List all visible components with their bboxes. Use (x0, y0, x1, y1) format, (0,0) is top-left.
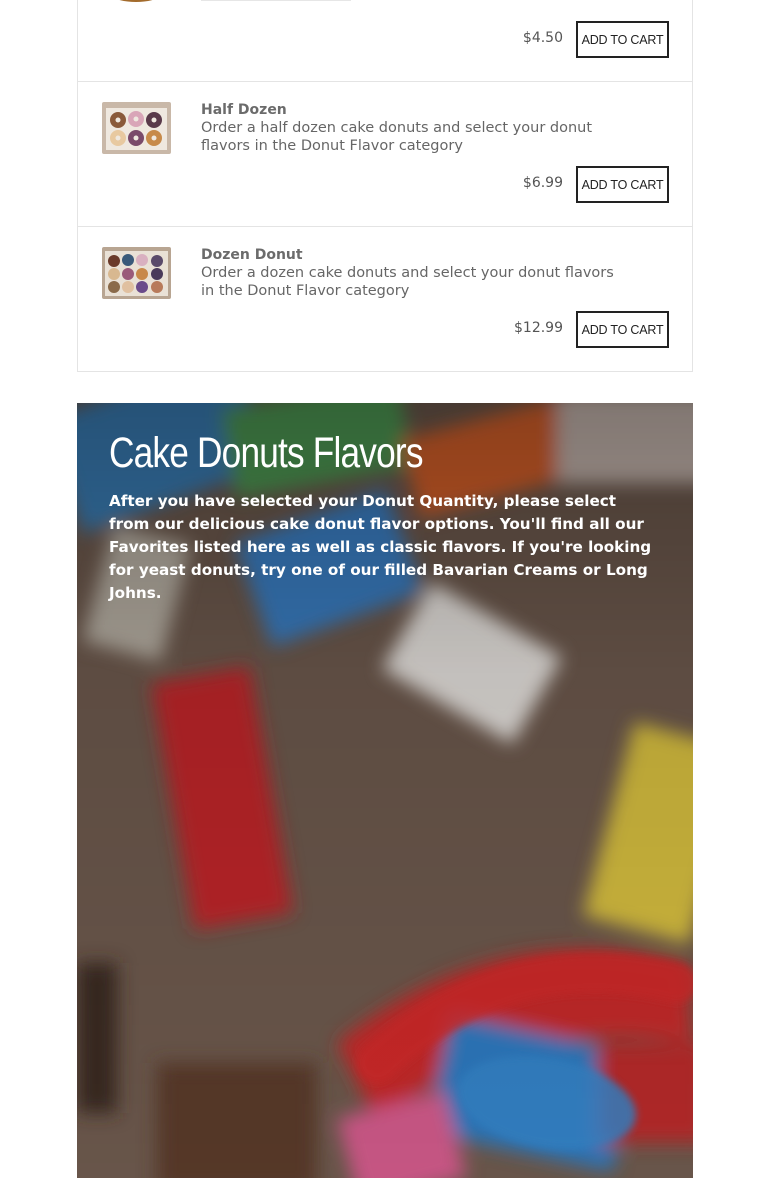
section-description: After you have selected your Donut Quant… (109, 492, 652, 602)
product-info: Half Dozen Order a half dozen cake donut… (201, 101, 621, 155)
product-description: Order a dozen cake donuts and select you… (201, 265, 614, 299)
add-to-cart-button[interactable]: ADD TO CART (576, 311, 669, 348)
product-row: $4.50 ADD TO CART (78, 0, 692, 82)
product-price: $6.99 (522, 175, 563, 191)
product-row: Half Dozen Order a half dozen cake donut… (78, 82, 692, 227)
product-price: $4.50 (522, 30, 563, 46)
section-title: Cake Donuts Flavors (109, 429, 423, 477)
product-thumbnail[interactable] (102, 247, 171, 299)
product-thumbnail[interactable] (102, 102, 171, 154)
product-name-fragment (201, 0, 351, 1)
product-description: Order a half dozen cake donuts and selec… (201, 120, 593, 154)
product-thumbnail (102, 0, 171, 2)
product-name[interactable]: Half Dozen (201, 101, 621, 119)
flavors-hero-section: Cake Donuts Flavors After you have selec… (77, 403, 693, 1178)
product-row: Dozen Donut Order a dozen cake donuts an… (78, 227, 692, 371)
add-to-cart-button[interactable]: ADD TO CART (576, 166, 669, 203)
product-info: Dozen Donut Order a dozen cake donuts an… (201, 246, 621, 300)
add-to-cart-button[interactable]: ADD TO CART (576, 21, 669, 58)
product-name[interactable]: Dozen Donut (201, 246, 621, 264)
product-price: $12.99 (514, 320, 563, 336)
product-list: $4.50 ADD TO CART Half Dozen Order a hal… (77, 0, 693, 372)
